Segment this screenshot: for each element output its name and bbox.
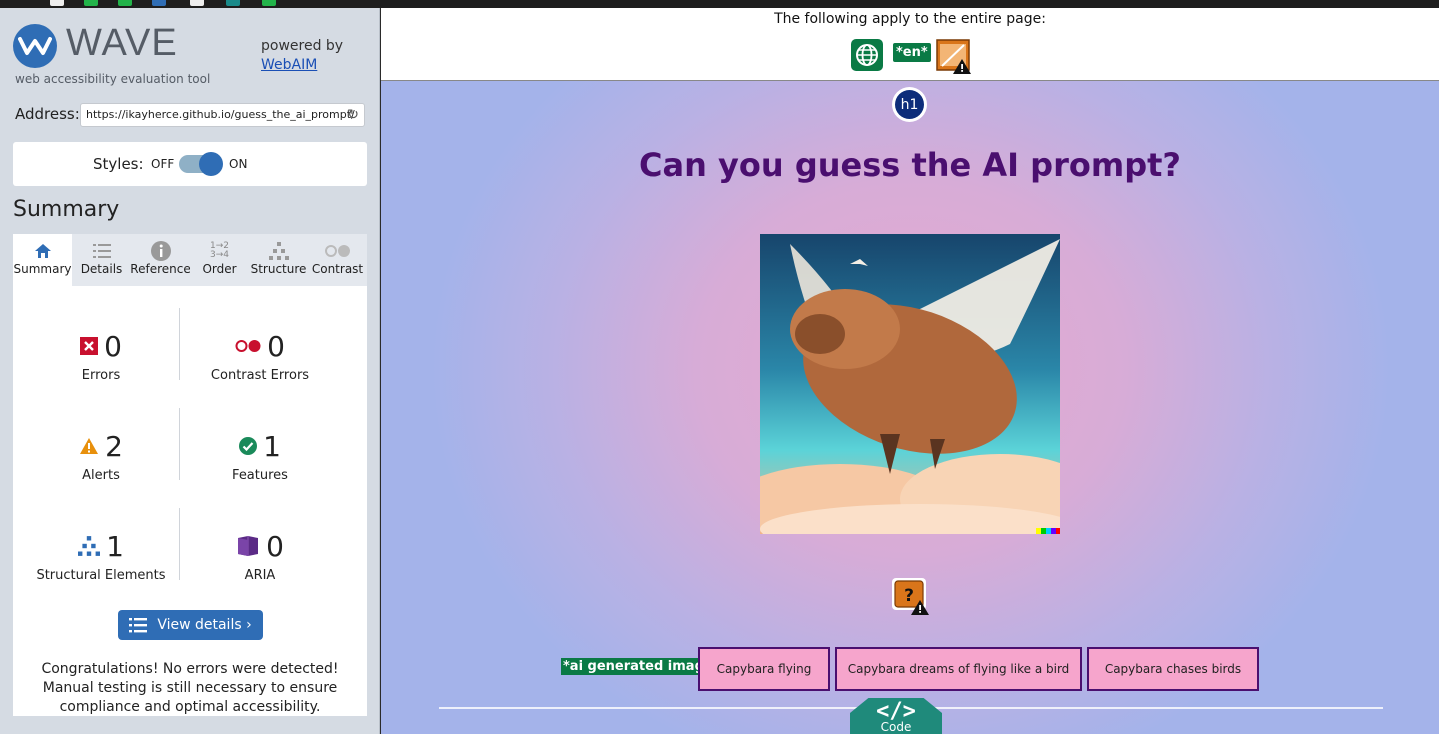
- alert-icon: [80, 438, 99, 454]
- tab-structure[interactable]: Structure: [249, 234, 308, 286]
- tab-thumb: [262, 0, 276, 6]
- evaluated-page: The following apply to the entire page: …: [381, 8, 1439, 734]
- congrats-message: Congratulations! No errors were detected…: [41, 661, 339, 715]
- image-alert-icon[interactable]: ?: [891, 577, 929, 615]
- styles-toggle[interactable]: [179, 152, 223, 176]
- reload-icon[interactable]: ↻: [347, 107, 359, 123]
- error-icon: [80, 337, 99, 355]
- h1-badge-label: h1: [895, 90, 924, 119]
- address-input[interactable]: https://ikayherce.github.io/guess_the_ai…: [80, 103, 365, 127]
- webaim-link[interactable]: WebAIM: [261, 57, 317, 73]
- language-badge[interactable]: *en*: [893, 43, 931, 62]
- summary-panel: 0 Errors 0 Contrast Errors 2 Alerts 1 Fe…: [13, 286, 367, 716]
- h1-structure-badge[interactable]: h1: [892, 87, 927, 122]
- whole-page-text: The following apply to the entire page:: [774, 11, 1046, 27]
- choice-button-2[interactable]: Capybara dreams of flying like a bird: [835, 647, 1082, 691]
- view-details-button[interactable]: View details ›: [118, 610, 263, 640]
- globe-icon[interactable]: [851, 39, 883, 71]
- ai-generated-image: [760, 234, 1060, 534]
- tab-thumb: [190, 0, 204, 6]
- contrast-errors-count: 0: [267, 329, 285, 363]
- errors-count: 0: [104, 329, 122, 363]
- structural-label: Structural Elements: [36, 568, 166, 583]
- contrast-errors-label: Contrast Errors: [210, 368, 310, 383]
- document-alert-icon[interactable]: [936, 39, 971, 74]
- structural-count: 1: [106, 529, 124, 563]
- code-label: Code: [880, 720, 912, 734]
- toggle-knob: [199, 152, 223, 176]
- tab-details[interactable]: Details: [72, 234, 131, 286]
- tab-contrast[interactable]: Contrast: [308, 234, 367, 286]
- styles-toggle-card: Styles: OFF ON: [13, 142, 367, 186]
- stat-aria[interactable]: 0 ARIA: [177, 528, 343, 583]
- powered-by-text: powered by: [261, 38, 344, 54]
- tab-thumb: [152, 0, 166, 6]
- tab-label: Details: [80, 262, 123, 276]
- tab-thumb: [50, 0, 64, 6]
- tab-label: Order: [202, 262, 237, 276]
- address-label: Address:: [15, 105, 80, 123]
- stat-errors[interactable]: 0 Errors: [18, 328, 184, 383]
- contrast-error-icon: [235, 340, 261, 352]
- styles-label: Styles:: [93, 155, 144, 173]
- browser-top-strip: [0, 0, 1439, 8]
- tab-label: Contrast: [311, 262, 364, 276]
- wave-logo-text: WAVE: [66, 22, 178, 64]
- contrast-icon: [324, 240, 351, 262]
- tab-thumb: [84, 0, 98, 6]
- structure-icon: [268, 240, 289, 262]
- choice-button-1[interactable]: Capybara flying: [698, 647, 830, 691]
- tab-thumb: [226, 0, 240, 6]
- structure-icon: [78, 536, 101, 556]
- wave-sidebar: WAVE web accessibility evaluation tool p…: [0, 8, 380, 734]
- order-icon: 1→2 3→4: [210, 241, 229, 260]
- choice-button-3[interactable]: Capybara chases birds: [1087, 647, 1259, 691]
- features-count: 1: [263, 429, 281, 463]
- styles-off-label: OFF: [151, 157, 175, 171]
- alerts-label: Alerts: [82, 468, 120, 483]
- tab-label: Reference: [130, 262, 191, 276]
- wave-logo-icon: [13, 24, 57, 68]
- tab-label: Summary: [13, 262, 72, 276]
- aria-count: 0: [266, 529, 284, 563]
- aria-cube-icon: [238, 536, 259, 556]
- view-details-label: View details ›: [157, 617, 252, 633]
- errors-label: Errors: [81, 368, 121, 383]
- svg-text:?: ?: [904, 586, 914, 606]
- tab-label: Structure: [250, 262, 307, 276]
- features-label: Features: [232, 468, 288, 483]
- alerts-count: 2: [105, 429, 123, 463]
- home-icon: [34, 240, 52, 262]
- feature-check-icon: [239, 437, 258, 455]
- stat-features[interactable]: 1 Features: [177, 428, 343, 484]
- stat-structural[interactable]: 1 Structural Elements: [18, 528, 184, 584]
- list-icon: [92, 240, 111, 262]
- list-icon: [129, 618, 148, 633]
- styles-on-label: ON: [229, 157, 248, 171]
- stat-alerts[interactable]: 2 Alerts: [18, 428, 184, 483]
- page-heading: Can you guess the AI prompt?: [639, 146, 1181, 184]
- wave-tabs: Summary Details Reference 1→2 3→4 Order S…: [13, 234, 367, 286]
- summary-heading: Summary: [13, 197, 120, 222]
- wave-tagline: web accessibility evaluation tool: [15, 72, 211, 86]
- whole-page-bar: The following apply to the entire page: …: [381, 8, 1439, 81]
- address-value: https://ikayherce.github.io/guess_the_ai…: [86, 108, 355, 121]
- stat-contrast-errors[interactable]: 0 Contrast Errors: [177, 328, 343, 384]
- code-toggle-button[interactable]: </> Code: [850, 698, 942, 734]
- tab-thumb: [118, 0, 132, 6]
- tab-reference[interactable]: Reference: [130, 234, 191, 286]
- tab-order[interactable]: 1→2 3→4 Order: [190, 234, 249, 286]
- info-icon: [150, 240, 171, 262]
- tab-summary[interactable]: Summary: [13, 234, 72, 286]
- aria-label: ARIA: [244, 568, 276, 583]
